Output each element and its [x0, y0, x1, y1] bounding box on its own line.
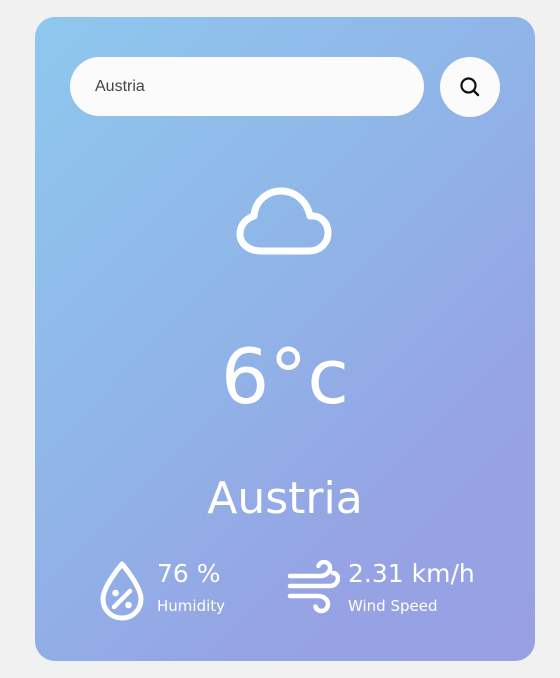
- search-bar: [70, 57, 500, 117]
- search-input[interactable]: [70, 57, 424, 116]
- cloud-icon: [235, 181, 335, 261]
- wind-icon: [286, 559, 341, 618]
- wind-detail: 2.31 km/h Wind Speed: [286, 557, 496, 627]
- humidity-value: 76 %: [157, 559, 221, 588]
- wind-value: 2.31 km/h: [348, 559, 475, 588]
- search-icon: [459, 76, 481, 98]
- weather-card: 6°c Austria 76 % Humidity 2.31 km/h Wind…: [35, 17, 535, 661]
- humidity-detail: 76 % Humidity: [97, 557, 247, 627]
- humidity-label: Humidity: [157, 597, 226, 615]
- temperature: 6°c: [220, 332, 350, 421]
- search-button[interactable]: [440, 57, 500, 117]
- humidity-drop-icon: [97, 560, 147, 626]
- wind-label: Wind Speed: [348, 597, 438, 615]
- city-name: Austria: [207, 473, 363, 524]
